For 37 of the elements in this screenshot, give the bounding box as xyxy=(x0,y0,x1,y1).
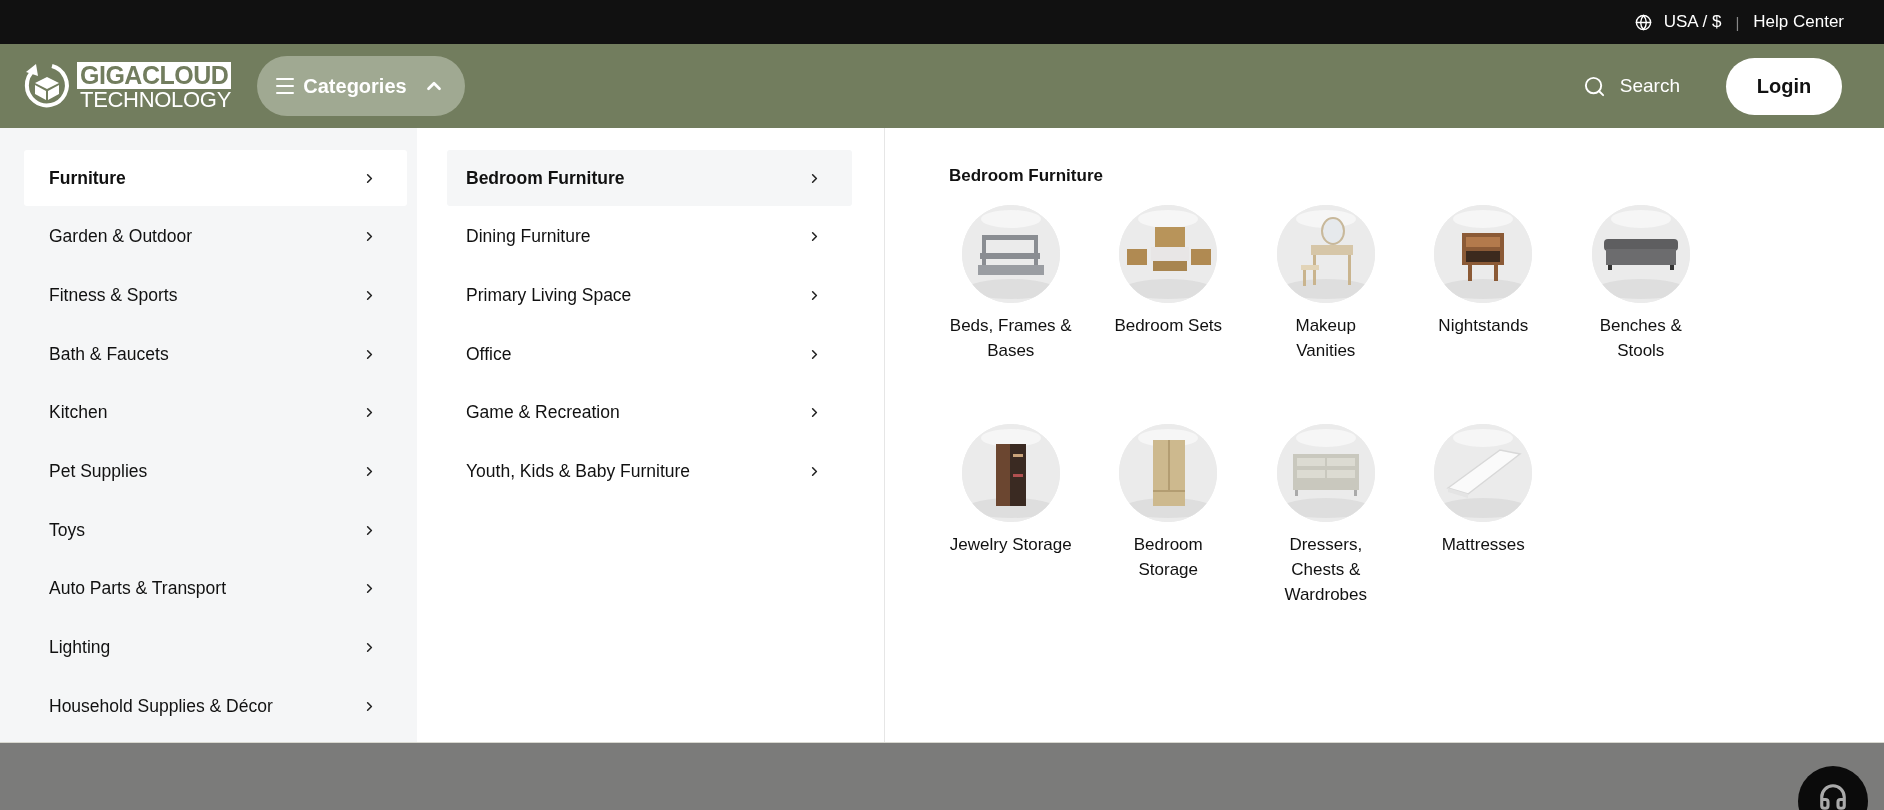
globe-icon xyxy=(1634,13,1652,31)
category-item[interactable]: Garden & Outdoor xyxy=(24,208,407,265)
subcategory-link[interactable]: Bedroom Sets xyxy=(1114,313,1223,338)
search-icon xyxy=(1582,74,1606,98)
help-center-link[interactable]: Help Center xyxy=(1753,12,1844,32)
category-item[interactable]: Lighting xyxy=(24,619,407,676)
subcategory-item[interactable]: Game & Recreation xyxy=(447,384,852,441)
subcategory-link[interactable]: Makeup Vanities xyxy=(1263,313,1388,363)
category-item[interactable]: Fitness & Sports xyxy=(24,267,407,324)
subcategory-item[interactable]: Office xyxy=(447,326,852,383)
category-item[interactable]: Household Supplies & Décor xyxy=(24,678,407,735)
subcategory-item[interactable]: Youth, Kids & Baby Furniture xyxy=(447,443,852,500)
category-item[interactable]: Auto Parts & Transport xyxy=(24,560,407,617)
logo[interactable]: GIGACLOUD TECHNOLOGY xyxy=(22,60,232,112)
subcategory-link[interactable]: Benches & Stools xyxy=(1578,313,1703,363)
category-item[interactable]: Pet Supplies xyxy=(24,443,407,500)
search-button[interactable]: Search xyxy=(1576,73,1686,99)
subcategory-item[interactable]: Dining Furniture xyxy=(447,208,852,265)
region-link[interactable]: USA / $ xyxy=(1634,12,1722,32)
logo-tagline: TECHNOLOGY xyxy=(79,88,232,111)
logo-wordmark: GIGACLOUD xyxy=(77,61,232,89)
category-item[interactable]: Kitchen xyxy=(24,384,407,441)
subcategory-link[interactable]: Beds, Frames & Bases xyxy=(948,313,1073,363)
subcategory-item[interactable]: Bedroom Furniture xyxy=(447,150,852,206)
subcategory-link[interactable]: Jewelry Storage xyxy=(949,532,1072,557)
subcategory-item[interactable]: Primary Living Space xyxy=(447,267,852,324)
subcategory-link[interactable]: Mattresses xyxy=(1441,532,1525,557)
category-item[interactable]: Toys xyxy=(24,502,407,559)
panel-title: Bedroom Furniture xyxy=(948,165,1104,187)
subcategory-link[interactable]: Dressers, Chests & Wardrobes xyxy=(1263,532,1388,607)
subcategory-link[interactable]: Bedroom Storage xyxy=(1106,532,1231,582)
subcategory-link[interactable]: Nightstands xyxy=(1438,313,1529,338)
login-button[interactable]: Login xyxy=(1726,57,1842,115)
category-item[interactable]: Bath & Faucets xyxy=(24,326,407,383)
separator: | xyxy=(1735,13,1740,31)
category-item[interactable]: Furniture xyxy=(24,150,407,206)
headset-icon xyxy=(1818,782,1848,810)
